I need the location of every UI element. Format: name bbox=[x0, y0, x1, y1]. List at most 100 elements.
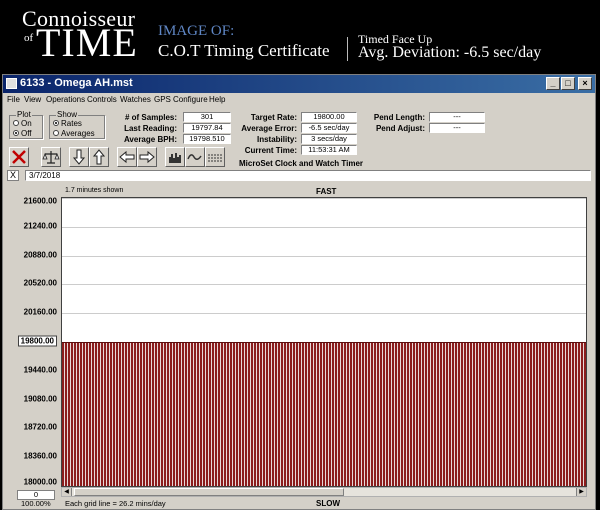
average-error-label: Average Error: bbox=[241, 124, 297, 133]
grid-line-note: Each grid line = 26.2 mins/day bbox=[65, 499, 166, 508]
bar-graph-icon bbox=[169, 153, 181, 163]
balance-scale-icon bbox=[42, 151, 60, 164]
app-icon bbox=[6, 78, 17, 89]
image-of-label: IMAGE OF: bbox=[158, 23, 235, 39]
plot-group-label: Plot bbox=[16, 110, 32, 119]
bar-chart-button[interactable] bbox=[165, 147, 185, 167]
app-name-label: MicroSet Clock and Watch Timer bbox=[239, 159, 364, 168]
show-averages-radio[interactable]: Averages bbox=[53, 129, 95, 138]
left-arrow-button[interactable] bbox=[117, 147, 137, 167]
target-rate-label: Target Rate: bbox=[250, 113, 297, 122]
y-tick-label: 19080.00 bbox=[23, 394, 57, 404]
window-title: 6133 - Omega AH.mst bbox=[20, 77, 133, 89]
samples-value: 301 bbox=[183, 112, 231, 122]
minutes-shown-label: 1.7 minutes shown bbox=[65, 187, 124, 194]
arrow-left-icon bbox=[119, 150, 135, 164]
up-arrow-button[interactable] bbox=[89, 147, 109, 167]
menu-bar: File View Operations Controls Watches GP… bbox=[3, 93, 595, 108]
logo-time: TIME bbox=[36, 20, 138, 65]
plot-group: Plot On Off bbox=[9, 110, 43, 139]
grid-line bbox=[62, 284, 586, 286]
plot-area bbox=[61, 197, 587, 487]
scroll-left-icon[interactable]: ◀ bbox=[62, 488, 72, 496]
y-tick-label: 18720.00 bbox=[23, 422, 57, 432]
title-bar: 6133 - Omega AH.mst _ □ × bbox=[3, 75, 595, 93]
instability-value: 3 secs/day bbox=[301, 134, 357, 144]
pend-length-label: Pend Length: bbox=[373, 113, 425, 122]
menu-view[interactable]: View bbox=[24, 95, 41, 104]
target-tick-label: 19800.00 bbox=[17, 335, 57, 347]
wave-graph-icon bbox=[187, 154, 202, 160]
logo-of: of bbox=[24, 32, 34, 44]
grid-line bbox=[62, 313, 586, 315]
radio-selected-icon bbox=[13, 129, 19, 136]
show-group-label: Show bbox=[56, 110, 79, 119]
current-time-label: Current Time: bbox=[244, 146, 297, 155]
current-time-value: 11:53:31 AM bbox=[301, 145, 357, 155]
stop-button[interactable] bbox=[9, 147, 29, 167]
close-button[interactable]: × bbox=[578, 77, 592, 90]
instability-label: Instability: bbox=[256, 135, 297, 144]
menu-file[interactable]: File bbox=[7, 95, 20, 104]
average-bph-label: Average BPH: bbox=[123, 135, 177, 144]
pend-adjust-value: --- bbox=[429, 123, 485, 133]
radio-icon bbox=[13, 119, 19, 126]
zoom-percent: 100.00% bbox=[21, 499, 51, 508]
y-tick-label: 21240.00 bbox=[23, 221, 57, 231]
line-chart-button[interactable] bbox=[185, 147, 205, 167]
show-group: Show Rates Averages bbox=[49, 110, 105, 139]
plot-on-radio[interactable]: On bbox=[13, 119, 32, 128]
samples-label: # of Samples: bbox=[124, 113, 177, 122]
balance-button[interactable] bbox=[41, 147, 61, 167]
last-reading-value: 19797.84 bbox=[183, 123, 231, 133]
slow-label: SLOW bbox=[316, 499, 340, 508]
y-tick-label: 19440.00 bbox=[23, 365, 57, 375]
arrow-right-icon bbox=[139, 150, 155, 164]
pend-adjust-label: Pend Adjust: bbox=[375, 124, 425, 133]
y-tick-label: 21600.00 bbox=[23, 196, 57, 206]
target-rate-value: 19800.00 bbox=[301, 112, 357, 122]
rate-chart: 1.7 minutes shown FAST 21600.00 21240.00 2… bbox=[3, 185, 595, 510]
fast-label: FAST bbox=[316, 187, 337, 196]
average-deviation: Avg. Deviation: -6.5 sec/day bbox=[358, 44, 542, 61]
average-bph-value: 19798.510 bbox=[183, 134, 231, 144]
horizontal-scrollbar[interactable]: ◀ ▶ bbox=[61, 487, 587, 497]
menu-operations[interactable]: Operations bbox=[46, 95, 85, 104]
y-tick-label: 18000.00 bbox=[23, 477, 57, 487]
last-reading-label: Last Reading: bbox=[124, 124, 177, 133]
minimize-button[interactable]: _ bbox=[546, 77, 560, 90]
trace-chart-button[interactable] bbox=[205, 147, 225, 167]
app-window: 6133 - Omega AH.mst _ □ × File View Oper… bbox=[2, 74, 596, 510]
certificate-title: C.O.T Timing Certificate bbox=[158, 41, 330, 60]
banner-divider bbox=[347, 37, 348, 61]
menu-controls[interactable]: Controls bbox=[87, 95, 117, 104]
menu-help[interactable]: Help bbox=[209, 95, 225, 104]
maximize-button[interactable]: □ bbox=[561, 77, 575, 90]
grid-line bbox=[62, 255, 586, 257]
scroll-right-icon[interactable]: ▶ bbox=[576, 488, 586, 496]
arrow-down-icon bbox=[72, 149, 86, 165]
arrow-up-icon bbox=[92, 149, 106, 165]
menu-configure[interactable]: Configure bbox=[173, 95, 208, 104]
y-tick-label: 20160.00 bbox=[23, 307, 57, 317]
show-rates-radio[interactable]: Rates bbox=[53, 119, 82, 128]
radio-icon bbox=[53, 129, 59, 136]
menu-watches[interactable]: Watches bbox=[120, 95, 151, 104]
radio-selected-icon bbox=[53, 119, 59, 126]
clear-date-button[interactable]: X bbox=[7, 170, 19, 181]
trace-lines-icon bbox=[208, 154, 222, 162]
header-banner: Connoisseur of TIME IMAGE OF: C.O.T Timi… bbox=[0, 0, 600, 70]
date-bar: X 3/7/2018 bbox=[3, 169, 595, 183]
y-tick-label: 18360.00 bbox=[23, 451, 57, 461]
right-arrow-button[interactable] bbox=[137, 147, 157, 167]
date-field[interactable]: 3/7/2018 bbox=[25, 170, 591, 181]
down-arrow-button[interactable] bbox=[69, 147, 89, 167]
grid-line bbox=[62, 198, 586, 199]
plot-off-radio[interactable]: Off bbox=[13, 129, 32, 138]
average-error-value: -6.5 sec/day bbox=[301, 123, 357, 133]
y-tick-label: 20880.00 bbox=[23, 250, 57, 260]
menu-gps[interactable]: GPS bbox=[154, 95, 171, 104]
scroll-thumb[interactable] bbox=[74, 488, 344, 496]
pend-length-value: --- bbox=[429, 112, 485, 122]
y-axis: 21600.00 21240.00 20880.00 20520.00 20160.00… bbox=[3, 195, 59, 495]
